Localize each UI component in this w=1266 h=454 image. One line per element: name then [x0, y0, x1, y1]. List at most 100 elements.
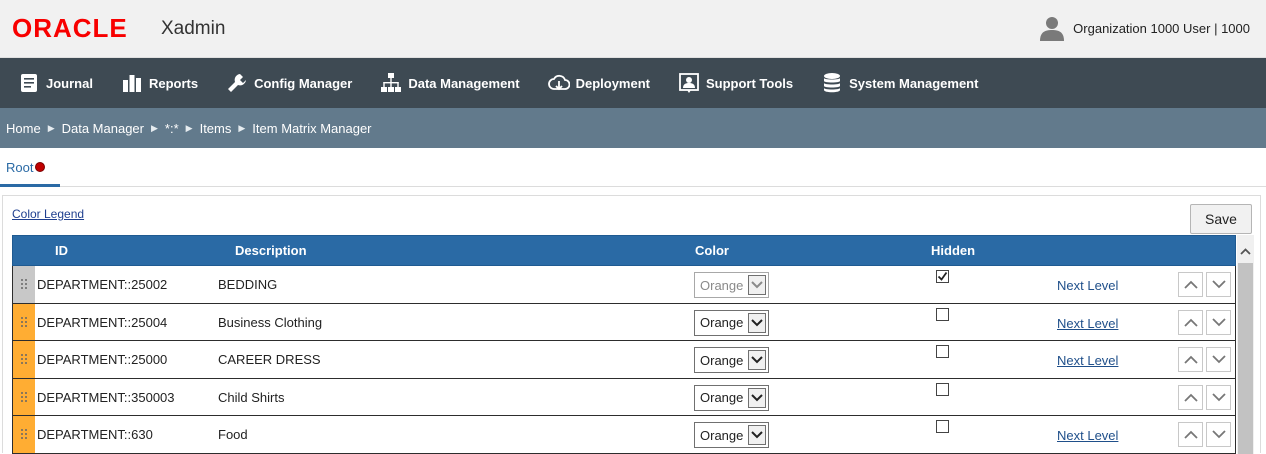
column-header-color[interactable]: Color [695, 243, 729, 258]
drag-grip-icon [21, 429, 27, 440]
item-matrix-panel: Color Legend Save ID Description Color H… [2, 195, 1261, 454]
move-up-button[interactable] [1178, 272, 1203, 297]
user-label: Organization 1000 User | 1000 [1073, 20, 1250, 36]
app-header: ORACLE Xadmin Organization 1000 User | 1… [0, 0, 1266, 58]
drag-handle[interactable] [13, 341, 35, 378]
color-legend-link[interactable]: Color Legend [12, 207, 84, 221]
drag-grip-icon [21, 354, 27, 365]
color-select[interactable]: Orange [694, 309, 769, 336]
tab-root[interactable]: Root [0, 148, 60, 187]
chevron-down-icon [748, 275, 766, 295]
chevron-down-icon [1211, 355, 1226, 364]
status-dot-icon [35, 162, 46, 172]
table-row[interactable]: DEPARTMENT::25002 BEDDING Orange Next Le… [12, 266, 1236, 304]
row-description: Food [218, 427, 248, 442]
next-level-link[interactable]: Next Level [1057, 316, 1118, 331]
cloud-download-icon [547, 74, 570, 91]
chevron-down-icon [748, 312, 766, 333]
table-row[interactable]: DEPARTMENT::25004 Business Clothing Oran… [12, 303, 1236, 341]
move-down-button[interactable] [1206, 347, 1231, 372]
breadcrumb-items[interactable]: Items [200, 121, 232, 136]
reports-icon [122, 75, 141, 92]
move-up-button[interactable] [1178, 309, 1203, 335]
drag-handle[interactable] [13, 266, 35, 303]
next-level-link[interactable]: Next Level [1057, 353, 1118, 368]
chevron-up-icon [1183, 393, 1198, 402]
move-up-button[interactable] [1178, 422, 1203, 447]
nav-label: Data Management [408, 75, 520, 91]
move-down-button[interactable] [1206, 309, 1231, 335]
database-icon [824, 73, 841, 93]
chevron-down-icon [748, 350, 766, 370]
chevron-down-icon [748, 425, 766, 445]
column-header-description[interactable]: Description [235, 243, 307, 258]
table-row[interactable]: DEPARTMENT::630 Food Orange Next Level [12, 416, 1236, 454]
row-description: Child Shirts [218, 389, 285, 405]
hidden-checkbox[interactable] [936, 345, 949, 358]
color-select-value: Orange [700, 315, 744, 330]
move-down-button[interactable] [1206, 272, 1231, 297]
color-select[interactable]: Orange [694, 347, 769, 373]
next-level-link[interactable]: Next Level [1057, 278, 1118, 293]
nav-label: Support Tools [705, 75, 794, 91]
row-description: CAREER DRESS [218, 352, 321, 367]
nav-data-management[interactable]: Data Management [380, 72, 520, 94]
move-down-button[interactable] [1206, 384, 1231, 410]
hidden-checkbox[interactable] [936, 307, 949, 321]
breadcrumb-separator-icon: ▶ [238, 122, 246, 133]
row-id: DEPARTMENT::630 [37, 427, 153, 442]
oracle-logo[interactable]: ORACLE [12, 13, 128, 44]
breadcrumb-home[interactable]: Home [6, 121, 41, 136]
table-row[interactable]: DEPARTMENT::350003 Child Shirts Orange [12, 378, 1236, 416]
move-up-button[interactable] [1178, 347, 1203, 372]
drag-handle[interactable] [13, 416, 35, 453]
drag-grip-icon [21, 279, 27, 290]
nav-label: Journal [46, 75, 93, 91]
support-icon [679, 73, 699, 93]
move-down-button[interactable] [1206, 422, 1231, 447]
color-select-value: Orange [700, 352, 744, 368]
column-header-id[interactable]: ID [55, 243, 68, 258]
scroll-thumb[interactable] [1238, 263, 1253, 454]
breadcrumb-item-matrix-manager: Item Matrix Manager [252, 120, 372, 136]
hierarchy-icon [381, 73, 402, 92]
nav-support-tools[interactable]: Support Tools [678, 72, 793, 94]
grid-header: ID Description Color Hidden [12, 235, 1236, 266]
scroll-up-button[interactable] [1237, 243, 1254, 260]
chevron-down-icon [1211, 430, 1226, 439]
hidden-checkbox[interactable] [936, 270, 949, 283]
drag-grip-icon [21, 391, 27, 402]
nav-journal[interactable]: Journal [18, 72, 93, 94]
color-select[interactable]: Orange [694, 422, 769, 448]
move-up-button[interactable] [1178, 384, 1203, 410]
breadcrumb-data-manager[interactable]: Data Manager [62, 121, 144, 136]
chevron-up-icon [1183, 430, 1198, 439]
next-level-link[interactable]: Next Level [1057, 428, 1118, 443]
color-select-value: Orange [700, 390, 744, 405]
nav-config-manager[interactable]: Config Manager [226, 72, 352, 94]
column-header-hidden[interactable]: Hidden [931, 243, 975, 258]
breadcrumb-scope[interactable]: *:* [165, 121, 179, 136]
grid-scrollbar[interactable] [1237, 235, 1254, 454]
drag-handle[interactable] [13, 303, 35, 340]
breadcrumb: Home ▶ Data Manager ▶ *:* ▶ Items ▶ Item… [0, 108, 1266, 148]
chevron-up-icon [1183, 355, 1198, 364]
user-menu[interactable]: Organization 1000 User | 1000 [1039, 15, 1250, 41]
journal-icon [21, 74, 37, 92]
row-description: Business Clothing [218, 314, 323, 330]
nav-deployment[interactable]: Deployment [547, 72, 650, 94]
chevron-up-icon [1183, 318, 1198, 327]
drag-handle[interactable] [13, 378, 35, 415]
hidden-checkbox[interactable] [936, 420, 949, 433]
checkmark-icon [937, 271, 948, 281]
save-button[interactable]: Save [1190, 204, 1252, 234]
chevron-up-icon [1240, 248, 1251, 255]
breadcrumb-separator-icon: ▶ [151, 122, 158, 133]
nav-label: Deployment [575, 75, 650, 91]
color-select[interactable]: Orange [694, 384, 769, 411]
nav-reports[interactable]: Reports [121, 72, 198, 94]
nav-system-management[interactable]: System Management [821, 72, 978, 94]
table-row[interactable]: DEPARTMENT::25000 CAREER DRESS Orange Ne… [12, 341, 1236, 379]
row-description: BEDDING [218, 277, 278, 292]
hidden-checkbox[interactable] [936, 382, 949, 396]
